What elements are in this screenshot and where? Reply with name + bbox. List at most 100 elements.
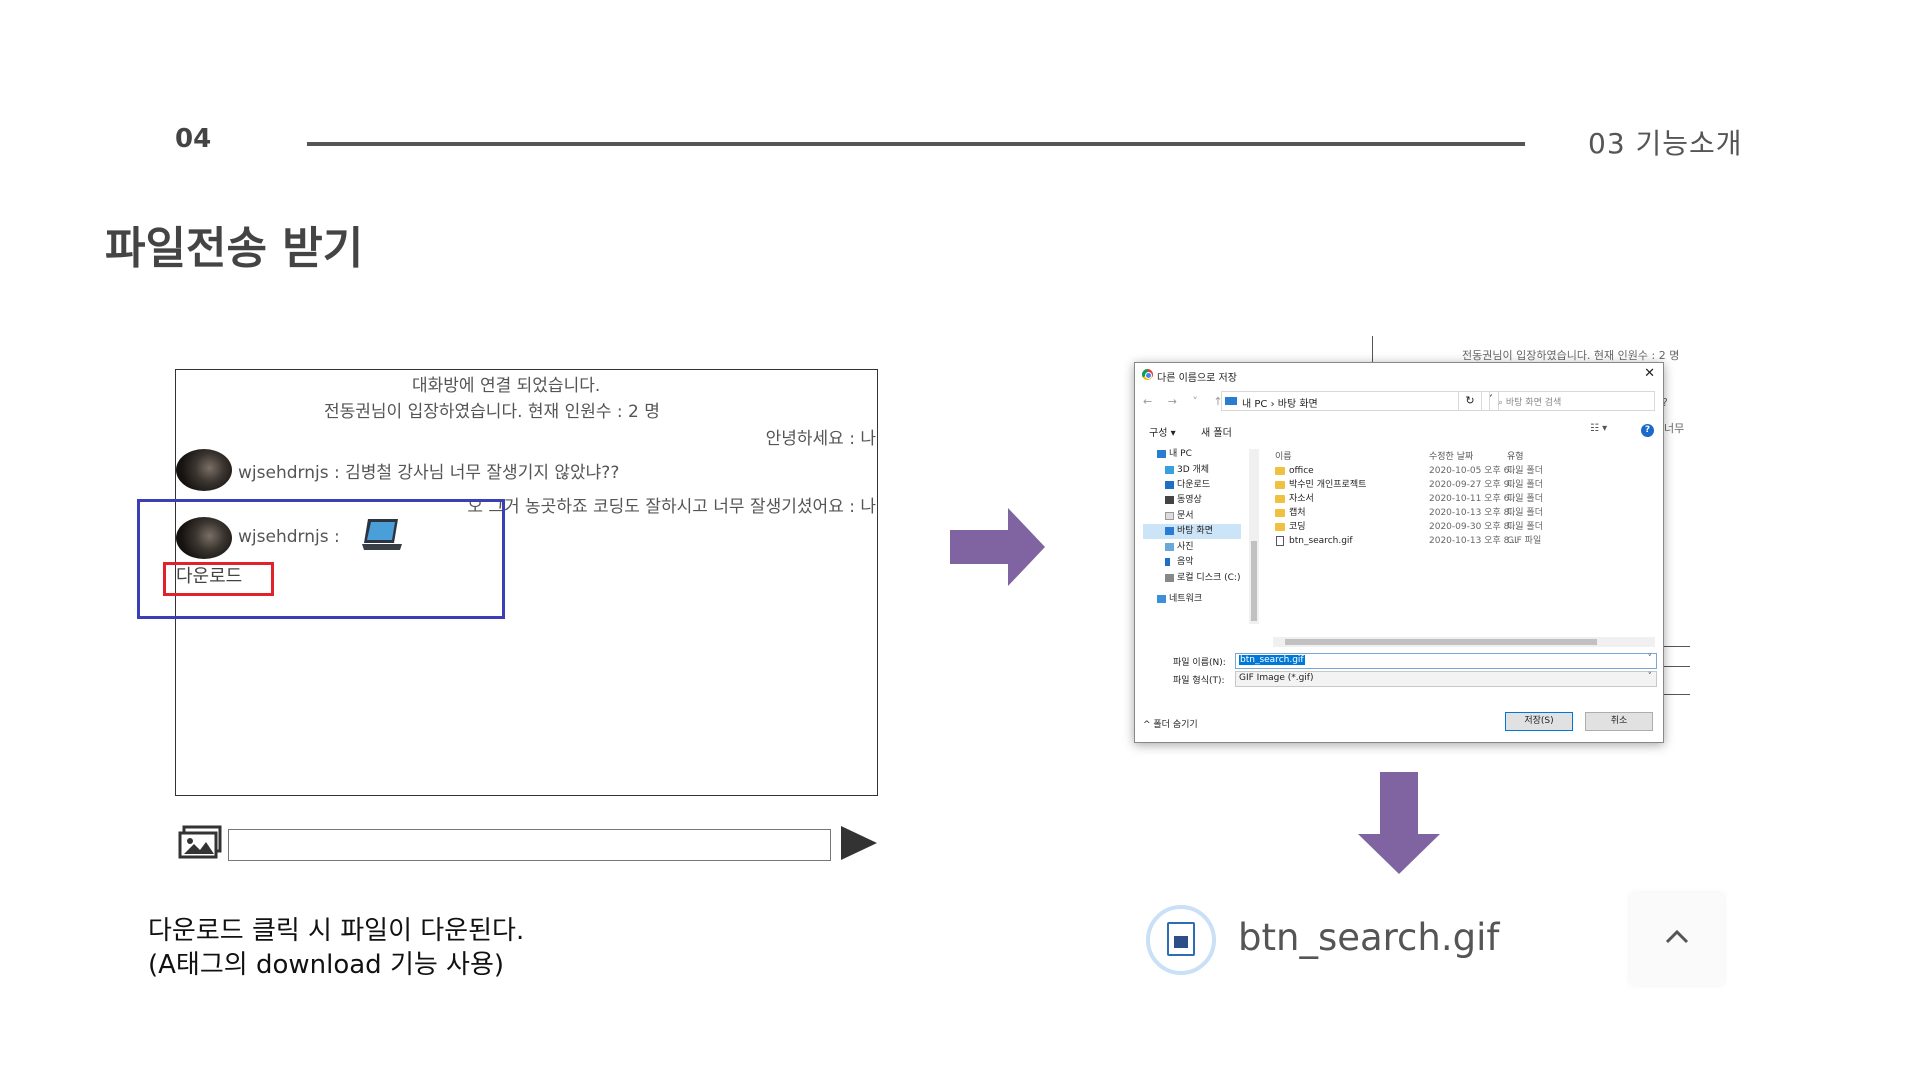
image-upload-icon[interactable] — [178, 824, 224, 860]
expand-button[interactable] — [1630, 893, 1724, 985]
file-date: 2020-09-27 오후 9... — [1429, 480, 1518, 490]
arrow-right-icon — [950, 508, 1045, 586]
scrollbar-thumb[interactable] — [1285, 639, 1597, 645]
file-type: 파일 폴더 — [1507, 480, 1543, 490]
chevron-down-icon[interactable]: ˅ — [1648, 672, 1653, 682]
column-header-date[interactable]: 수정한 날짜 — [1429, 449, 1473, 462]
file-type: 파일 폴더 — [1507, 508, 1543, 518]
chevron-up-icon — [1665, 929, 1689, 944]
file-row[interactable]: 캡처 2020-10-13 오후 8... 파일 폴더 — [1275, 506, 1655, 521]
divider — [1660, 694, 1690, 695]
filename-field[interactable]: btn_search.gif ˅ — [1235, 653, 1657, 669]
send-icon[interactable] — [839, 824, 879, 862]
nav-item-3d[interactable]: 3D 개체 — [1143, 463, 1241, 478]
nav-item-local-disk[interactable]: 로컬 디스크 (C:) — [1143, 571, 1241, 586]
document-icon — [1165, 512, 1174, 520]
file-row[interactable]: office 2020-10-05 오후 6... 파일 폴더 — [1275, 464, 1655, 479]
file-type: 파일 폴더 — [1507, 466, 1543, 476]
file-date: 2020-10-11 오후 6... — [1429, 494, 1518, 504]
file-date: 2020-09-30 오후 8... — [1429, 522, 1518, 532]
file-date: 2020-10-05 오후 6... — [1429, 466, 1518, 476]
chat-input-row — [175, 822, 885, 866]
organize-button[interactable]: 구성 ▾ — [1149, 424, 1176, 439]
folder-icon — [1275, 481, 1285, 489]
file-list-scrollbar[interactable] — [1273, 637, 1655, 647]
nav-item-videos[interactable]: 동영상 — [1143, 493, 1241, 508]
nav-item-pictures[interactable]: 사진 — [1143, 540, 1241, 555]
refresh-button[interactable]: ↻ — [1458, 391, 1482, 411]
nav-label: 음악 — [1177, 557, 1194, 567]
nav-label: 내 PC — [1169, 449, 1192, 459]
file-row[interactable]: btn_search.gif 2020-10-13 오후 8... GIF 파일 — [1275, 534, 1655, 549]
download-icon — [1165, 481, 1174, 489]
save-button[interactable]: 저장(S) — [1505, 712, 1573, 731]
nav-label: 바탕 화면 — [1177, 526, 1213, 536]
file-name: btn_search.gif — [1289, 536, 1353, 546]
new-folder-button[interactable]: 새 폴더 — [1201, 424, 1232, 439]
close-button[interactable]: ✕ — [1644, 366, 1655, 381]
filetype-select[interactable]: GIF Image (*.gif) ˅ — [1235, 671, 1657, 687]
system-message: 대화방에 연결 되었습니다. — [412, 376, 601, 396]
nav-scrollbar[interactable] — [1249, 449, 1259, 624]
caption-line: (A태그의 download 기능 사용) — [148, 950, 505, 980]
search-icon: ⌕ — [1498, 398, 1506, 408]
cancel-button[interactable]: 취소 — [1585, 712, 1653, 731]
navigation-pane: 내 PC 3D 개체 다운로드 동영상 문서 바탕 화면 사진 음악 로컬 디스… — [1143, 447, 1255, 647]
video-icon — [1165, 496, 1174, 504]
divider — [1372, 336, 1373, 362]
section-title: 03 기능소개 — [1588, 127, 1743, 160]
divider — [1660, 666, 1690, 667]
file-name: 박수민 개인프로젝트 — [1289, 480, 1367, 490]
highlight-red-box — [163, 562, 274, 596]
column-header-name[interactable]: 이름 — [1275, 449, 1292, 462]
network-icon — [1157, 595, 1166, 603]
downloaded-file-name[interactable]: btn_search.gif — [1238, 916, 1499, 959]
cube-icon — [1165, 466, 1174, 474]
file-name: 코딩 — [1289, 522, 1306, 532]
image-file-icon — [1167, 922, 1195, 956]
column-header-type[interactable]: 유형 — [1507, 449, 1524, 462]
dialog-title: 다른 이름으로 저장 — [1157, 373, 1237, 384]
folder-icon — [1275, 523, 1285, 531]
caption: 다운로드 클릭 시 파일이 다운된다. (A태그의 download 기능 사용… — [148, 914, 524, 982]
slide-title: 파일전송 받기 — [105, 223, 364, 274]
file-row[interactable]: 자소서 2020-10-11 오후 6... 파일 폴더 — [1275, 492, 1655, 507]
background-text: 전동권님이 입장하였습니다. 현재 인원수 : 2 명 — [1462, 349, 1680, 362]
avatar — [176, 449, 232, 491]
music-icon — [1165, 558, 1170, 566]
file-row[interactable]: 박수민 개인프로젝트 2020-09-27 오후 9... 파일 폴더 — [1275, 478, 1655, 493]
message-input[interactable] — [228, 829, 831, 861]
view-options-icon[interactable]: ☷ ▾ — [1590, 423, 1607, 434]
filetype-value: GIF Image (*.gif) — [1239, 673, 1314, 683]
nav-label: 동영상 — [1177, 495, 1202, 505]
folder-icon — [1275, 509, 1285, 517]
address-path: 내 PC › 바탕 화면 — [1242, 399, 1318, 410]
picture-icon — [1165, 543, 1174, 551]
nav-item-network[interactable]: 네트워크 — [1143, 592, 1241, 607]
file-row[interactable]: 코딩 2020-09-30 오후 8... 파일 폴더 — [1275, 520, 1655, 535]
help-icon[interactable]: ? — [1641, 424, 1654, 437]
chevron-down-icon[interactable]: ˅ — [1648, 654, 1653, 664]
scrollbar-thumb[interactable] — [1251, 541, 1257, 621]
file-name: 자소서 — [1289, 494, 1314, 504]
nav-label: 3D 개체 — [1177, 465, 1210, 475]
filetype-label: 파일 형식(T): — [1173, 676, 1225, 686]
folder-icon — [1275, 495, 1285, 503]
nav-item-music[interactable]: 음악 — [1143, 555, 1241, 570]
user-message: wjsehdrnjs : 김병철 강사님 너무 잘생기지 않았냐?? — [238, 463, 620, 483]
nav-item-downloads[interactable]: 다운로드 — [1143, 478, 1241, 493]
filename-value: btn_search.gif — [1239, 655, 1305, 665]
divider — [1660, 646, 1690, 647]
folder-icon — [1275, 467, 1285, 475]
nav-item-desktop[interactable]: 바탕 화면 — [1143, 524, 1241, 539]
navigation-buttons[interactable]: ← → ˅ ↑ — [1143, 395, 1229, 408]
hide-folders-button[interactable]: ^ 폴더 숨기기 — [1143, 717, 1198, 730]
file-name: 캡처 — [1289, 508, 1306, 518]
nav-item-my-pc[interactable]: 내 PC — [1143, 447, 1241, 462]
file-type: 파일 폴더 — [1507, 522, 1543, 532]
nav-label: 로컬 디스크 (C:) — [1177, 573, 1241, 583]
my-message: 안녕하세요 : 나 — [765, 429, 876, 449]
nav-item-documents[interactable]: 문서 — [1143, 509, 1241, 524]
nav-label: 네트워크 — [1169, 594, 1203, 604]
search-input[interactable]: ⌕ 바탕 화면 검색 — [1489, 391, 1655, 411]
